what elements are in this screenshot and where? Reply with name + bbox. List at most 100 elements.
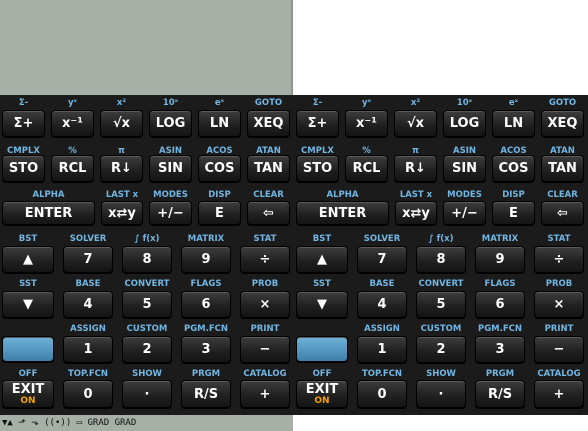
key-4[interactable]: 4	[63, 291, 113, 318]
key-exit[interactable]: EXIT ON	[296, 380, 348, 408]
key-sym[interactable]: ▲	[296, 246, 348, 273]
key-r[interactable]: R↓	[394, 155, 437, 182]
key-3[interactable]: 3	[475, 336, 525, 363]
key-sym[interactable]: ×	[534, 291, 584, 318]
key-1[interactable]: 1	[357, 336, 407, 363]
shift-label: ALPHA	[326, 190, 359, 200]
key-e[interactable]: E	[492, 201, 535, 225]
shift-label: OFF	[312, 369, 332, 379]
key-label: ·	[438, 386, 444, 402]
key-cos[interactable]: COS	[198, 155, 241, 182]
key-sym[interactable]: ·	[122, 380, 172, 408]
key-label: x⇄y	[402, 205, 430, 221]
key-sym[interactable]: −	[534, 336, 584, 363]
key-sym[interactable]: ▼	[296, 291, 348, 318]
key-label: TAN	[548, 161, 577, 176]
key-r-s[interactable]: R/S	[181, 380, 231, 408]
key-exit[interactable]: EXIT ON	[2, 380, 54, 408]
key-x[interactable]: x⁻¹	[345, 110, 388, 137]
key-label: SIN	[157, 161, 184, 176]
key-sym[interactable]: ▼	[2, 291, 54, 318]
key-label: 8	[142, 252, 152, 267]
shift-label: STAT	[547, 234, 571, 244]
key-1[interactable]: 1	[63, 336, 113, 363]
key-9[interactable]: 9	[181, 246, 231, 273]
key-x[interactable]: √x	[394, 110, 437, 137]
key-r-s[interactable]: R/S	[475, 380, 525, 408]
key-8[interactable]: 8	[416, 246, 466, 273]
key-sym[interactable]: +/−	[149, 201, 192, 225]
key-2[interactable]: 2	[416, 336, 466, 363]
key-label: 2	[142, 342, 152, 357]
key-sto[interactable]: STO	[2, 155, 45, 182]
shift-label: SOLVER	[69, 234, 107, 244]
shift-label: MODES	[153, 190, 188, 200]
key-x-y[interactable]: x⇄y	[395, 201, 437, 225]
key-label: 6	[201, 297, 211, 312]
key-5[interactable]: 5	[122, 291, 172, 318]
key-e[interactable]: E	[198, 201, 241, 225]
key-xeq[interactable]: XEQ	[541, 110, 584, 137]
key-label: SIN	[451, 161, 478, 176]
key-0[interactable]: 0	[357, 380, 407, 408]
key-log[interactable]: LOG	[443, 110, 486, 137]
key-sin[interactable]: SIN	[149, 155, 192, 182]
key-r[interactable]: R↓	[100, 155, 143, 182]
shift-label: OFF	[18, 369, 38, 379]
key-7[interactable]: 7	[63, 246, 113, 273]
key-label: 4	[377, 297, 387, 312]
key-sym[interactable]: ▲	[2, 246, 54, 273]
key-sin[interactable]: SIN	[443, 155, 486, 182]
key-tan[interactable]: TAN	[247, 155, 290, 182]
key-ln[interactable]: LN	[492, 110, 535, 137]
key-sym[interactable]: Σ+	[296, 110, 339, 137]
key-sym[interactable]: ⇦	[247, 201, 290, 225]
key-sym[interactable]: ·	[416, 380, 466, 408]
shift-label: PGM.FCN	[477, 324, 523, 334]
shift-label: ASSIGN	[70, 324, 106, 334]
key-label: ▲	[317, 252, 327, 267]
key-rcl[interactable]: RCL	[51, 155, 94, 182]
key-sto[interactable]: STO	[296, 155, 339, 182]
key-log[interactable]: LOG	[149, 110, 192, 137]
key-4[interactable]: 4	[357, 291, 407, 318]
key-xeq[interactable]: XEQ	[247, 110, 290, 137]
shift-label: BASE	[369, 279, 395, 289]
key-5[interactable]: 5	[416, 291, 466, 318]
key-3[interactable]: 3	[181, 336, 231, 363]
key-0[interactable]: 0	[63, 380, 113, 408]
key-rcl[interactable]: RCL	[345, 155, 388, 182]
key-sym[interactable]: Σ+	[2, 110, 45, 137]
shift-label: CUSTOM	[420, 324, 462, 334]
key-9[interactable]: 9	[475, 246, 525, 273]
shift-label: ASSIGN	[364, 324, 400, 334]
key-8[interactable]: 8	[122, 246, 172, 273]
key-label: COS	[204, 161, 235, 176]
key-label: +	[553, 386, 565, 402]
key-enter[interactable]: ENTER	[296, 201, 389, 225]
key-2[interactable]: 2	[122, 336, 172, 363]
key-7[interactable]: 7	[357, 246, 407, 273]
key-sym[interactable]: ×	[240, 291, 290, 318]
key-6[interactable]: 6	[181, 291, 231, 318]
key-cos[interactable]: COS	[492, 155, 535, 182]
key-sym[interactable]: −	[240, 336, 290, 363]
shift-label: STAT	[253, 234, 277, 244]
key-sym[interactable]: ÷	[534, 246, 584, 273]
key-tan[interactable]: TAN	[541, 155, 584, 182]
key-x-y[interactable]: x⇄y	[101, 201, 143, 225]
key-sym[interactable]: +	[240, 380, 290, 408]
key-x[interactable]: √x	[100, 110, 143, 137]
key-6[interactable]: 6	[475, 291, 525, 318]
shift-key[interactable]	[296, 336, 348, 362]
shift-label: FLAGS	[190, 279, 222, 289]
key-ln[interactable]: LN	[198, 110, 241, 137]
key-label: 5	[436, 297, 446, 312]
key-sym[interactable]: +/−	[443, 201, 486, 225]
key-sym[interactable]: ÷	[240, 246, 290, 273]
key-enter[interactable]: ENTER	[2, 201, 95, 225]
key-sym[interactable]: ⇦	[541, 201, 584, 225]
shift-key[interactable]	[2, 336, 54, 362]
key-x[interactable]: x⁻¹	[51, 110, 94, 137]
key-sym[interactable]: +	[534, 380, 584, 408]
